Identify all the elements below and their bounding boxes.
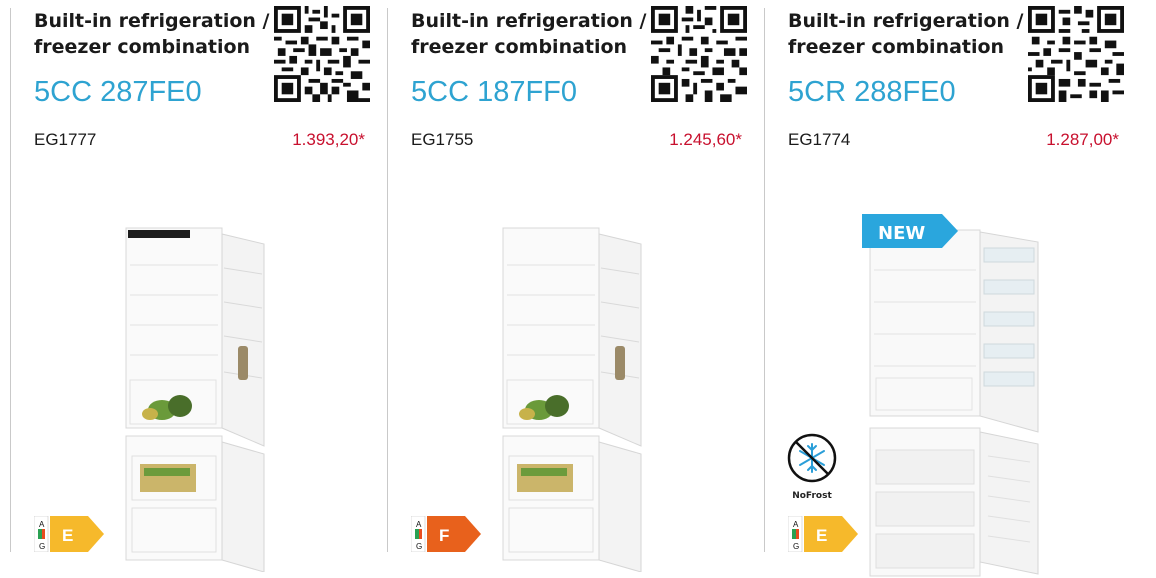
product-price: 1.287,00*	[1046, 130, 1119, 149]
product-price: 1.393,20*	[292, 130, 365, 149]
category-line-2: freezer combination	[34, 36, 251, 58]
qr-code-icon[interactable]	[1028, 6, 1124, 102]
energy-scale-bottom: G	[39, 542, 45, 551]
energy-scale-top: A	[793, 520, 799, 529]
product-price: 1.245,60*	[669, 130, 742, 149]
energy-label: A G E	[788, 516, 858, 552]
model-number: 5CC 187FF0	[411, 76, 578, 108]
product-card-3: Built-in refrigeration / freezer combina…	[764, 0, 1141, 578]
fridge-image	[869, 229, 1039, 577]
product-card-2: Built-in refrigeration / freezer combina…	[387, 0, 764, 578]
new-badge: NEW	[862, 214, 958, 248]
qr-code-icon[interactable]	[274, 6, 370, 102]
product-code: EG1777	[34, 130, 97, 149]
fridge-image	[502, 227, 642, 572]
product-code: EG1774	[788, 130, 851, 149]
product-card-1: Built-in refrigeration / freezer combina…	[10, 0, 387, 578]
energy-class: E	[62, 526, 73, 545]
product-category: Built-in refrigeration / freezer combina…	[411, 8, 647, 60]
energy-scale-bottom: G	[416, 542, 422, 551]
nofrost-icon	[787, 433, 837, 483]
energy-label: A G E	[34, 516, 104, 552]
new-badge-label: NEW	[878, 223, 925, 244]
product-code: EG1755	[411, 130, 474, 149]
nofrost-feature: NoFrost	[784, 432, 840, 502]
fridge-image	[125, 227, 265, 572]
product-category: Built-in refrigeration / freezer combina…	[34, 8, 270, 60]
category-line-2: freezer combination	[788, 36, 1005, 58]
category-line-2: freezer combination	[411, 36, 628, 58]
model-number: 5CC 287FE0	[34, 76, 202, 108]
energy-scale-bottom: G	[793, 542, 799, 551]
category-line-1: Built-in refrigeration /	[34, 10, 270, 32]
energy-class: F	[439, 526, 449, 545]
product-category: Built-in refrigeration / freezer combina…	[788, 8, 1024, 60]
qr-code-icon[interactable]	[651, 6, 747, 102]
column-divider	[10, 8, 11, 552]
nofrost-label: NoFrost	[792, 491, 832, 501]
energy-label: A G F	[411, 516, 481, 552]
category-line-1: Built-in refrigeration /	[411, 10, 647, 32]
energy-scale-top: A	[39, 520, 45, 529]
category-line-1: Built-in refrigeration /	[788, 10, 1024, 32]
energy-scale-top: A	[416, 520, 422, 529]
energy-class: E	[816, 526, 827, 545]
model-number: 5CR 288FE0	[788, 76, 956, 108]
